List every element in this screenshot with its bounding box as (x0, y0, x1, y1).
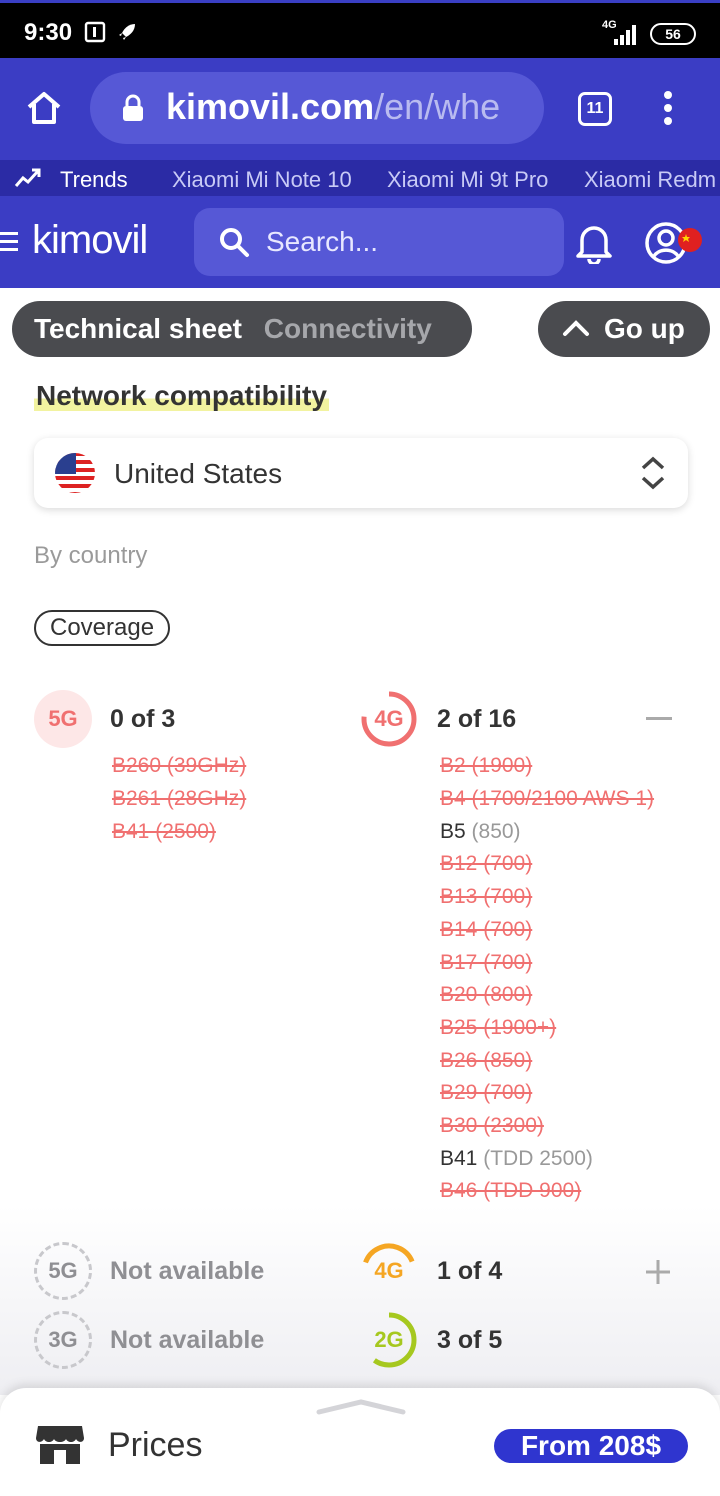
trends-bar: Trends Xiaomi Mi Note 10 Xiaomi Mi 9t Pr… (0, 160, 720, 196)
home-icon[interactable] (24, 88, 64, 128)
section-label: Technical sheet (34, 313, 243, 344)
4g-band: B30 (2300) (440, 1114, 544, 1137)
trend-item[interactable]: Xiaomi Redm (584, 167, 716, 193)
5g-band: B261 (28GHz) (112, 787, 247, 810)
5g-status: Not available (110, 1257, 265, 1285)
store-icon (36, 1426, 84, 1464)
go-up-button[interactable]: Go up (538, 301, 710, 357)
price-from-badge[interactable]: From 208$ (494, 1429, 688, 1463)
go-up-label: Go up (604, 313, 685, 344)
5g-count: 0 of 3 (110, 705, 176, 733)
overflow-menu-icon[interactable] (660, 90, 676, 126)
user-account-icon[interactable] (644, 220, 708, 266)
url-path: /en/whe (374, 86, 501, 127)
selected-country: United States (114, 458, 283, 489)
collapse-icon[interactable] (646, 717, 672, 720)
battery-indicator: 56 (650, 23, 696, 45)
notification-icon (84, 21, 106, 43)
4g-band: B25 (1900+) (440, 1016, 557, 1039)
address-bar[interactable]: kimovil.com/en/whe (90, 72, 544, 144)
4g-badge: 4G (374, 706, 404, 731)
by-country-label: By country (34, 542, 148, 569)
tab-switcher-button[interactable]: 11 (578, 92, 612, 126)
4g-band: B41 (TDD 2500) (440, 1147, 593, 1170)
4g-band: B13 (700) (440, 885, 533, 908)
4g-count: 2 of 16 (437, 705, 517, 733)
status-time: 9:30 (24, 19, 73, 46)
4g-band: B17 (700) (440, 951, 533, 974)
4g-band: B12 (700) (440, 852, 533, 875)
5g-badge: 5G (34, 1242, 92, 1300)
search-icon (220, 228, 249, 257)
subsection-label: Connectivity (263, 313, 432, 344)
search-input[interactable]: Search... (194, 208, 564, 276)
prices-bottom-sheet[interactable]: Prices From 208$ (0, 1388, 720, 1496)
5g-badge: 5G (34, 690, 92, 748)
4g-badge: 4G (374, 1258, 404, 1283)
chevron-up-icon (563, 320, 589, 336)
trends-label: Trends (60, 167, 128, 192)
chevron-up-down-icon (641, 456, 665, 490)
url-host: kimovil.com (166, 86, 375, 127)
5g-band: B260 (39GHz) (112, 754, 247, 777)
drag-handle-icon[interactable] (316, 1398, 406, 1416)
4g-band: B20 (800) (440, 983, 533, 1006)
rocket-icon (119, 24, 135, 40)
hamburger-menu-icon[interactable] (0, 230, 20, 254)
trending-icon (14, 168, 41, 187)
signal-icon (614, 25, 636, 45)
4g-band: B14 (700) (440, 918, 533, 941)
kimovil-logo[interactable]: kimovil (32, 218, 148, 263)
4g-band: B5 (850) (440, 820, 521, 843)
lock-icon (123, 94, 143, 121)
section-nav-pill[interactable]: Technical sheet Connectivity (12, 301, 472, 357)
trend-item[interactable]: Xiaomi Mi Note 10 (172, 167, 352, 193)
4g-count: 1 of 4 (437, 1257, 503, 1285)
2g-count: 3 of 5 (437, 1326, 503, 1354)
4g-band: B26 (850) (440, 1049, 533, 1072)
site-header: kimovil Search... (0, 196, 720, 288)
network-compatibility-title: Network compatibility (34, 380, 329, 411)
expand-icon[interactable] (644, 1258, 672, 1286)
coverage-tag[interactable]: Coverage (34, 610, 171, 646)
country-select[interactable]: United States (34, 438, 688, 508)
3g-status: Not available (110, 1326, 265, 1354)
4g-band: B4 (1700/2100 AWS 1) (440, 787, 655, 810)
status-bar: 9:30 4G 56 (0, 0, 720, 58)
4g-band: B46 (TDD 900) (440, 1179, 582, 1202)
us-flag-icon (55, 453, 95, 493)
trend-item[interactable]: Xiaomi Mi 9t Pro (387, 167, 548, 193)
4g-band: B2 (1900) (440, 754, 533, 777)
2g-badge: 2G (374, 1327, 404, 1352)
5g-band: B41 (2500) (112, 820, 216, 843)
bell-icon[interactable] (574, 220, 614, 264)
3g-badge: 3G (34, 1311, 92, 1369)
prices-title: Prices (108, 1426, 203, 1464)
4g-band: B29 (700) (440, 1081, 533, 1104)
browser-toolbar: kimovil.com/en/whe 11 (0, 58, 720, 160)
search-placeholder: Search... (266, 226, 379, 257)
